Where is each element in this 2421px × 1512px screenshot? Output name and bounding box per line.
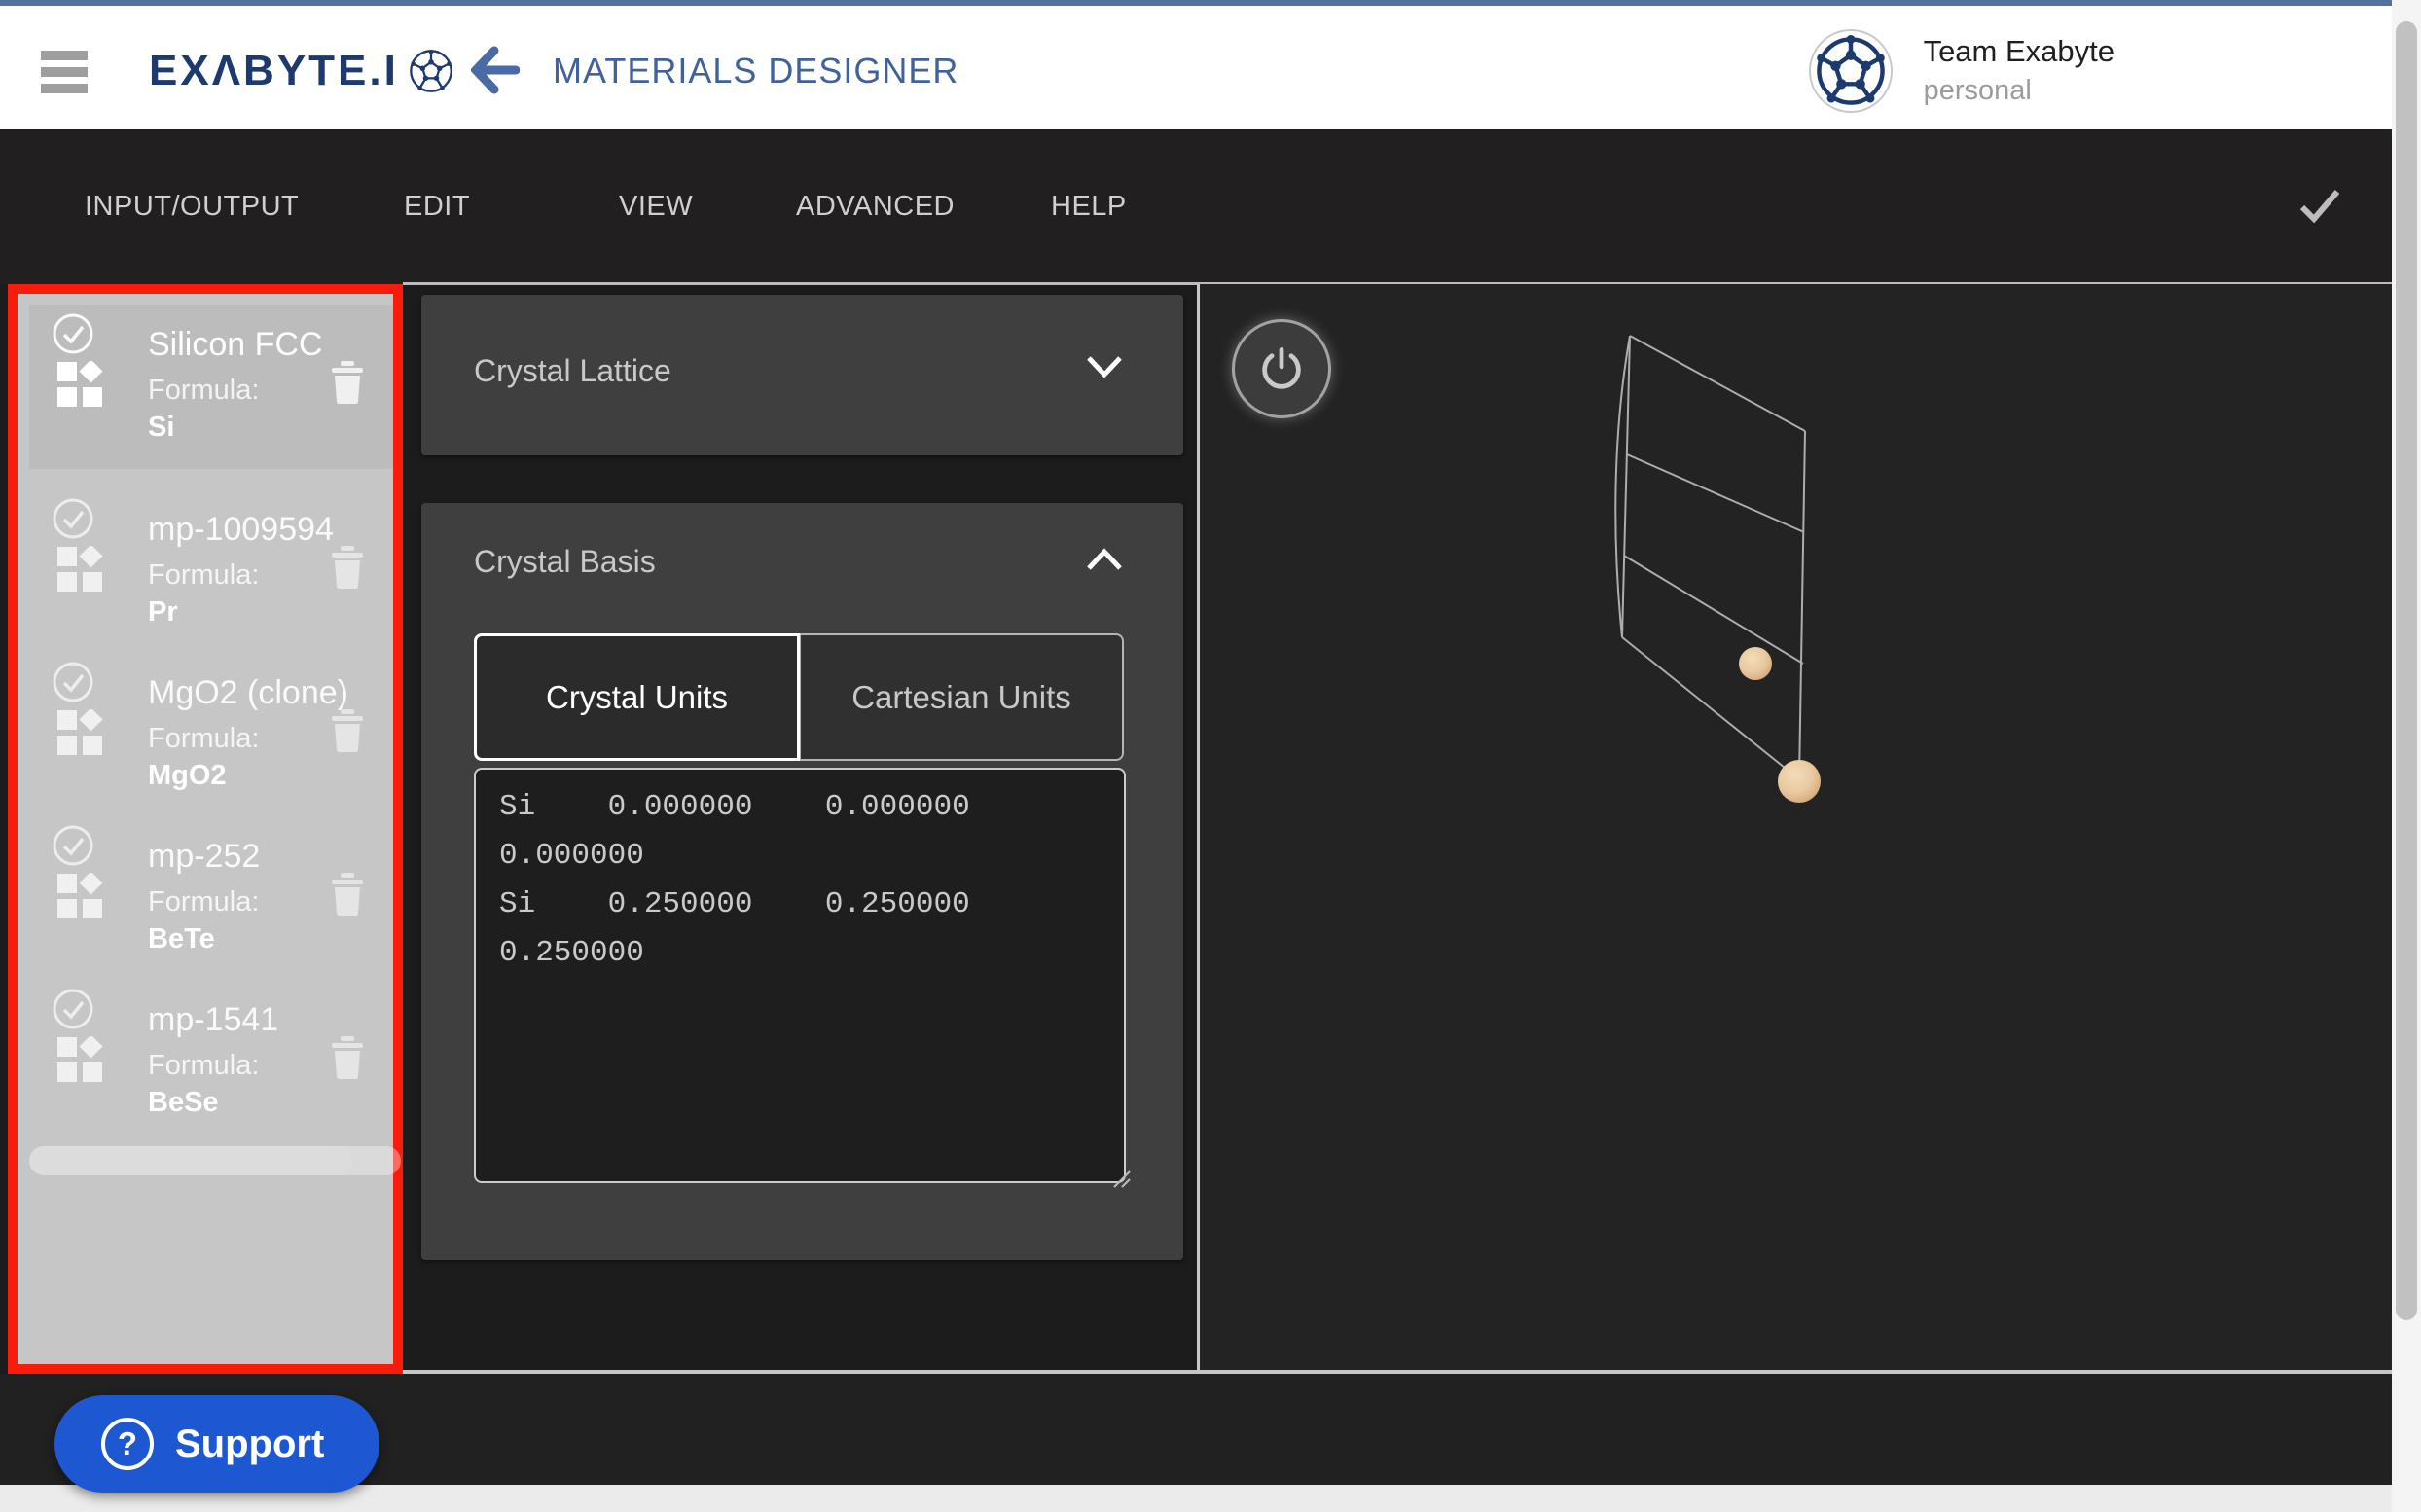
material-formula: Pr [148, 596, 178, 629]
crystal-basis-panel: Crystal Basis Crystal Units Cartesian Un… [421, 503, 1183, 1260]
material-formula: BeTe [148, 923, 215, 955]
account-name: Team Exabyte [1924, 34, 2114, 69]
material-name: mp-1009594 [148, 511, 334, 549]
material-formula-label: Formula: [148, 723, 259, 755]
resize-handle-icon[interactable] [1110, 1168, 1132, 1189]
circle-check-icon[interactable] [52, 497, 94, 540]
panel-title: Crystal Lattice [474, 353, 671, 389]
material-name: mp-252 [148, 838, 260, 876]
material-formula: BeSe [148, 1087, 219, 1119]
menu-icon-bar [41, 84, 88, 93]
material-formula-label: Formula: [148, 559, 259, 592]
account-menu[interactable]: Team Exabyte personal [1809, 12, 2114, 129]
menu-icon-bar [41, 51, 88, 60]
avatar [1809, 29, 1893, 113]
menu-icon[interactable] [41, 51, 88, 93]
material-item[interactable]: mp-1009594 Formula: Pr [29, 489, 393, 654]
menu-item-view[interactable]: VIEW [619, 129, 693, 284]
exabyte-logo[interactable]: EXΛBYTE.I [149, 12, 453, 129]
app-header: EXΛBYTE.I [0, 6, 2421, 129]
chevron-down-icon[interactable] [1086, 355, 1123, 378]
page-title: MATERIALS DESIGNER [553, 12, 958, 129]
page-scrollbar-thumb[interactable] [2396, 21, 2417, 1320]
basis-coordinates-textarea[interactable]: Si 0.000000 0.000000 0.000000 Si 0.25000… [474, 768, 1126, 1183]
material-icon [56, 361, 105, 410]
trash-icon[interactable] [331, 361, 364, 404]
tab-cartesian-units[interactable]: Cartesian Units [799, 633, 1124, 761]
menubar: INPUT/OUTPUT EDIT VIEW ADVANCED HELP [0, 129, 2421, 284]
fullerene-logo-icon [409, 49, 453, 93]
support-label: Support [175, 1422, 324, 1466]
trash-icon[interactable] [331, 709, 364, 752]
support-button[interactable]: ? Support [54, 1395, 379, 1493]
circle-check-icon[interactable] [52, 824, 94, 867]
menu-item-input-output[interactable]: INPUT/OUTPUT [85, 129, 299, 284]
material-formula-label: Formula: [148, 375, 259, 407]
material-item[interactable]: mp-1541 Formula: BeSe [29, 980, 393, 1144]
tab-crystal-units[interactable]: Crystal Units [474, 633, 800, 761]
circle-check-icon[interactable] [52, 312, 94, 355]
account-names: Team Exabyte personal [1924, 34, 2114, 107]
bottom-light-strip [0, 1485, 2421, 1512]
menu-item-edit[interactable]: EDIT [404, 129, 470, 284]
3d-viewport[interactable] [1200, 284, 2421, 1370]
material-item[interactable]: Silicon FCC Formula: Si [29, 305, 393, 469]
material-item[interactable]: mp-252 Formula: BeTe [29, 816, 393, 981]
power-button[interactable] [1232, 319, 1331, 418]
crystal-basis-header[interactable]: Crystal Basis [421, 503, 1183, 620]
materials-designer-app: EXΛBYTE.I [0, 0, 2421, 1512]
material-icon [56, 546, 105, 594]
menu-item-help[interactable]: HELP [1051, 129, 1127, 284]
check-icon[interactable] [2299, 188, 2340, 223]
units-tabs: Crystal Units Cartesian Units [474, 633, 1124, 761]
logo-text: EXΛBYTE.I [149, 47, 399, 95]
material-formula-label: Formula: [148, 1050, 259, 1082]
material-name: Silicon FCC [148, 326, 322, 364]
material-formula-label: Formula: [148, 886, 259, 918]
material-name: mp-1541 [148, 1001, 278, 1039]
material-icon [56, 873, 105, 921]
materials-list-highlighted: Silicon FCC Formula: Si [8, 284, 403, 1374]
power-icon [1256, 343, 1307, 394]
material-formula: Si [148, 412, 174, 444]
question-icon: ? [101, 1418, 154, 1470]
crystal-lattice-panel: Crystal Lattice [421, 295, 1183, 455]
account-plan: personal [1924, 75, 2114, 107]
menu-icon-bar [41, 67, 88, 77]
trash-icon[interactable] [331, 1036, 364, 1079]
content-area: Silicon FCC Formula: Si [0, 284, 2421, 1370]
material-formula: MgO2 [148, 760, 227, 792]
material-item[interactable]: MgO2 (clone) Formula: MgO2 [29, 653, 393, 817]
menu-item-advanced[interactable]: ADVANCED [796, 129, 955, 284]
page-scrollbar[interactable] [2392, 0, 2421, 1512]
atom-sphere [1739, 647, 1772, 680]
trash-icon[interactable] [331, 546, 364, 589]
chevron-up-icon[interactable] [1086, 548, 1123, 571]
crystal-wireframe [1200, 284, 2421, 1370]
crystal-lattice-header[interactable]: Crystal Lattice [421, 295, 1183, 412]
sidebar-scrollbar-thumb[interactable] [29, 1146, 352, 1175]
circle-check-icon[interactable] [52, 988, 94, 1030]
atom-sphere [1778, 760, 1821, 803]
sidebar-horizontal-scrollbar[interactable] [29, 1146, 401, 1175]
avatar-fullerene-icon [1815, 35, 1887, 107]
material-icon [56, 1036, 105, 1085]
panel-title: Crystal Basis [474, 544, 656, 580]
material-icon [56, 709, 105, 758]
trash-icon[interactable] [331, 873, 364, 916]
back-arrow-icon[interactable] [471, 45, 520, 95]
circle-check-icon[interactable] [52, 661, 94, 703]
material-name: MgO2 (clone) [148, 674, 348, 712]
